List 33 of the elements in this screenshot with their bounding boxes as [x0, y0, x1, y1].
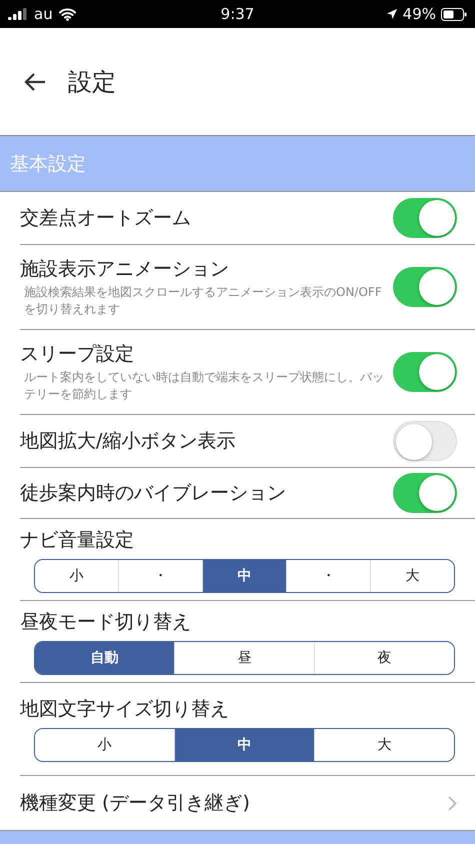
toggle-switch[interactable] [393, 198, 457, 238]
wifi-icon [58, 8, 76, 20]
segment-option[interactable]: 夜 [314, 642, 454, 674]
setting-label: 施設表示アニメーション [20, 257, 230, 282]
location-arrow-icon [386, 8, 398, 20]
setting-description: 施設検索結果を地図スクロールするアニメーション表示のON/OFFを切り替えれます [23, 284, 383, 318]
section-title: 基本設定 [10, 152, 86, 176]
chevron-right-icon [448, 796, 457, 810]
segment-option[interactable]: 自動 [35, 642, 174, 674]
setting-label: 地図文字サイズ切り替え [20, 697, 230, 722]
page-title: 設定 [68, 66, 116, 98]
setting-label: 昼夜モード切り替え [20, 610, 192, 634]
segment-option[interactable]: 大 [370, 560, 454, 592]
carrier-name: au [34, 5, 53, 23]
setting-description: ルート案内をしていない時は自動で端末をスリープ状態にし、バッテリーを節約します [23, 369, 385, 403]
signal-icon [8, 8, 28, 20]
toggle-switch[interactable] [393, 421, 457, 461]
setting-label: 地図拡大/縮小ボタン表示 [20, 429, 236, 454]
battery-icon [441, 8, 467, 20]
battery-percent: 49% [402, 5, 436, 23]
segment-option[interactable]: 中 [174, 729, 314, 761]
toggle-switch[interactable] [393, 352, 457, 392]
clock-time: 9:37 [220, 5, 254, 23]
setting-label: 徒歩案内時のバイブレーション [20, 481, 287, 506]
setting-label: 交差点オートズーム [20, 206, 192, 231]
setting-label: スリープ設定 [20, 342, 135, 368]
setting-label: ナビ音量設定 [20, 528, 135, 552]
toggle-switch[interactable] [393, 267, 457, 307]
segment-option[interactable]: 大 [314, 729, 454, 761]
segment-option[interactable]: 中 [202, 560, 286, 592]
toggle-switch[interactable] [393, 473, 457, 513]
back-arrow-icon[interactable] [24, 72, 46, 92]
setting-label[interactable]: 機種変更 (データ引き継ぎ) [20, 790, 448, 816]
